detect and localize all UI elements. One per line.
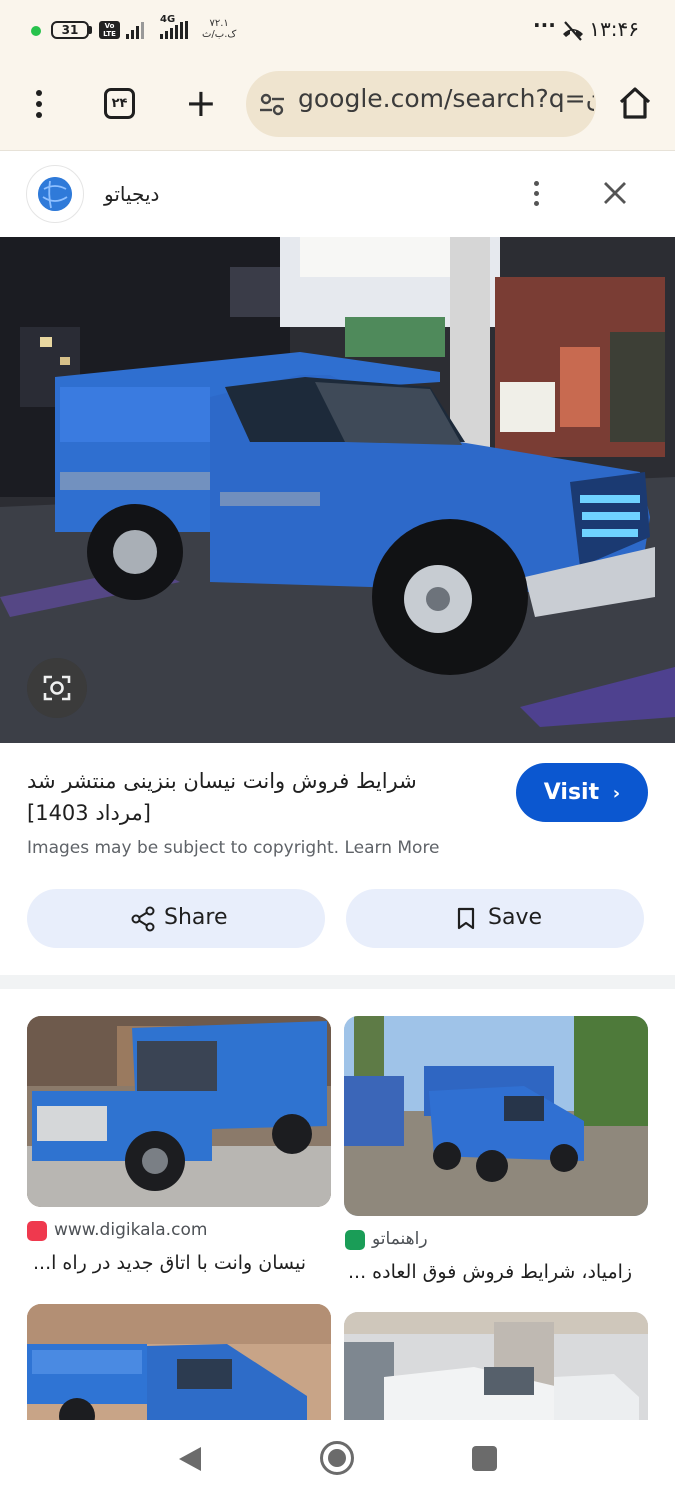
menu-dots-icon[interactable] [28, 87, 50, 123]
digiato-logo-icon [38, 177, 72, 211]
tune-icon[interactable] [258, 90, 286, 118]
bookmark-icon [457, 907, 475, 930]
tabs-button[interactable]: ۲۴ [104, 88, 135, 119]
result-thumbnail-4[interactable] [344, 1312, 648, 1420]
muted-call-icon [563, 21, 583, 41]
section-divider [0, 975, 675, 989]
recording-dot-icon [31, 26, 41, 36]
new-tab-plus-icon[interactable]: + [185, 84, 217, 122]
share-icon [131, 906, 155, 932]
signal-strength-icon [126, 21, 144, 39]
notification-overflow-icon: ··· [533, 13, 556, 37]
network-speed-value: ۷۲.۱ [209, 18, 229, 29]
save-label: Save [488, 905, 543, 930]
recents-icon[interactable] [472, 1446, 497, 1471]
result-thumbnail-1[interactable] [27, 1016, 331, 1207]
battery-indicator: 31 [51, 21, 89, 39]
rahnamato-favicon-icon [345, 1230, 365, 1250]
back-icon[interactable] [177, 1445, 203, 1473]
copyright-text: Images may be subject to copyright. [27, 838, 340, 858]
main-truck-image[interactable] [0, 237, 675, 743]
result-title-1[interactable]: نیسان وانت با اتاق جدید در راه ا... [33, 1252, 323, 1274]
visit-label: Visit [543, 780, 600, 805]
save-button[interactable]: Save [346, 889, 644, 948]
result-thumbnail-2[interactable] [344, 1016, 648, 1216]
image-title[interactable]: شرایط فروش وانت نیسان بنزینی منتشر شد [م… [27, 765, 477, 829]
learn-more-link[interactable]: Learn More [344, 838, 439, 858]
share-label: Share [164, 905, 228, 930]
site-name: دیجیاتو [104, 182, 160, 206]
result-source-1[interactable]: www.digikala.com [54, 1220, 207, 1240]
home-icon[interactable] [616, 84, 654, 122]
lens-icon[interactable] [27, 658, 87, 718]
more-icon[interactable] [530, 178, 542, 212]
digikala-favicon-icon [27, 1221, 47, 1241]
result-thumbnail-3[interactable] [27, 1304, 331, 1420]
close-icon[interactable] [600, 178, 630, 208]
volte-icon: Vo LTE [99, 21, 120, 39]
image-panel-header [0, 151, 675, 237]
url-text[interactable]: google.com/search?q=ن [298, 84, 594, 113]
home-circle-icon[interactable] [319, 1440, 355, 1476]
chevron-right-icon: › [612, 783, 621, 804]
visit-button[interactable]: Visit › [516, 763, 648, 822]
status-time: ۱۳:۴۶ [589, 17, 639, 41]
battery-tip-icon [89, 26, 92, 34]
share-button[interactable]: Share [27, 889, 325, 948]
network-speed-unit: ک.ب/ث [202, 29, 237, 40]
result-title-2[interactable]: زامیاد، شرایط فروش فوق العاده ... [348, 1261, 638, 1283]
network-speed: ۷۲.۱ ک.ب/ث [202, 18, 236, 40]
copyright-notice: Images may be subject to copyright. Lear… [27, 838, 440, 858]
signal-strength-icon-2 [160, 21, 188, 39]
result-source-2[interactable]: راهنماتو [372, 1229, 428, 1249]
